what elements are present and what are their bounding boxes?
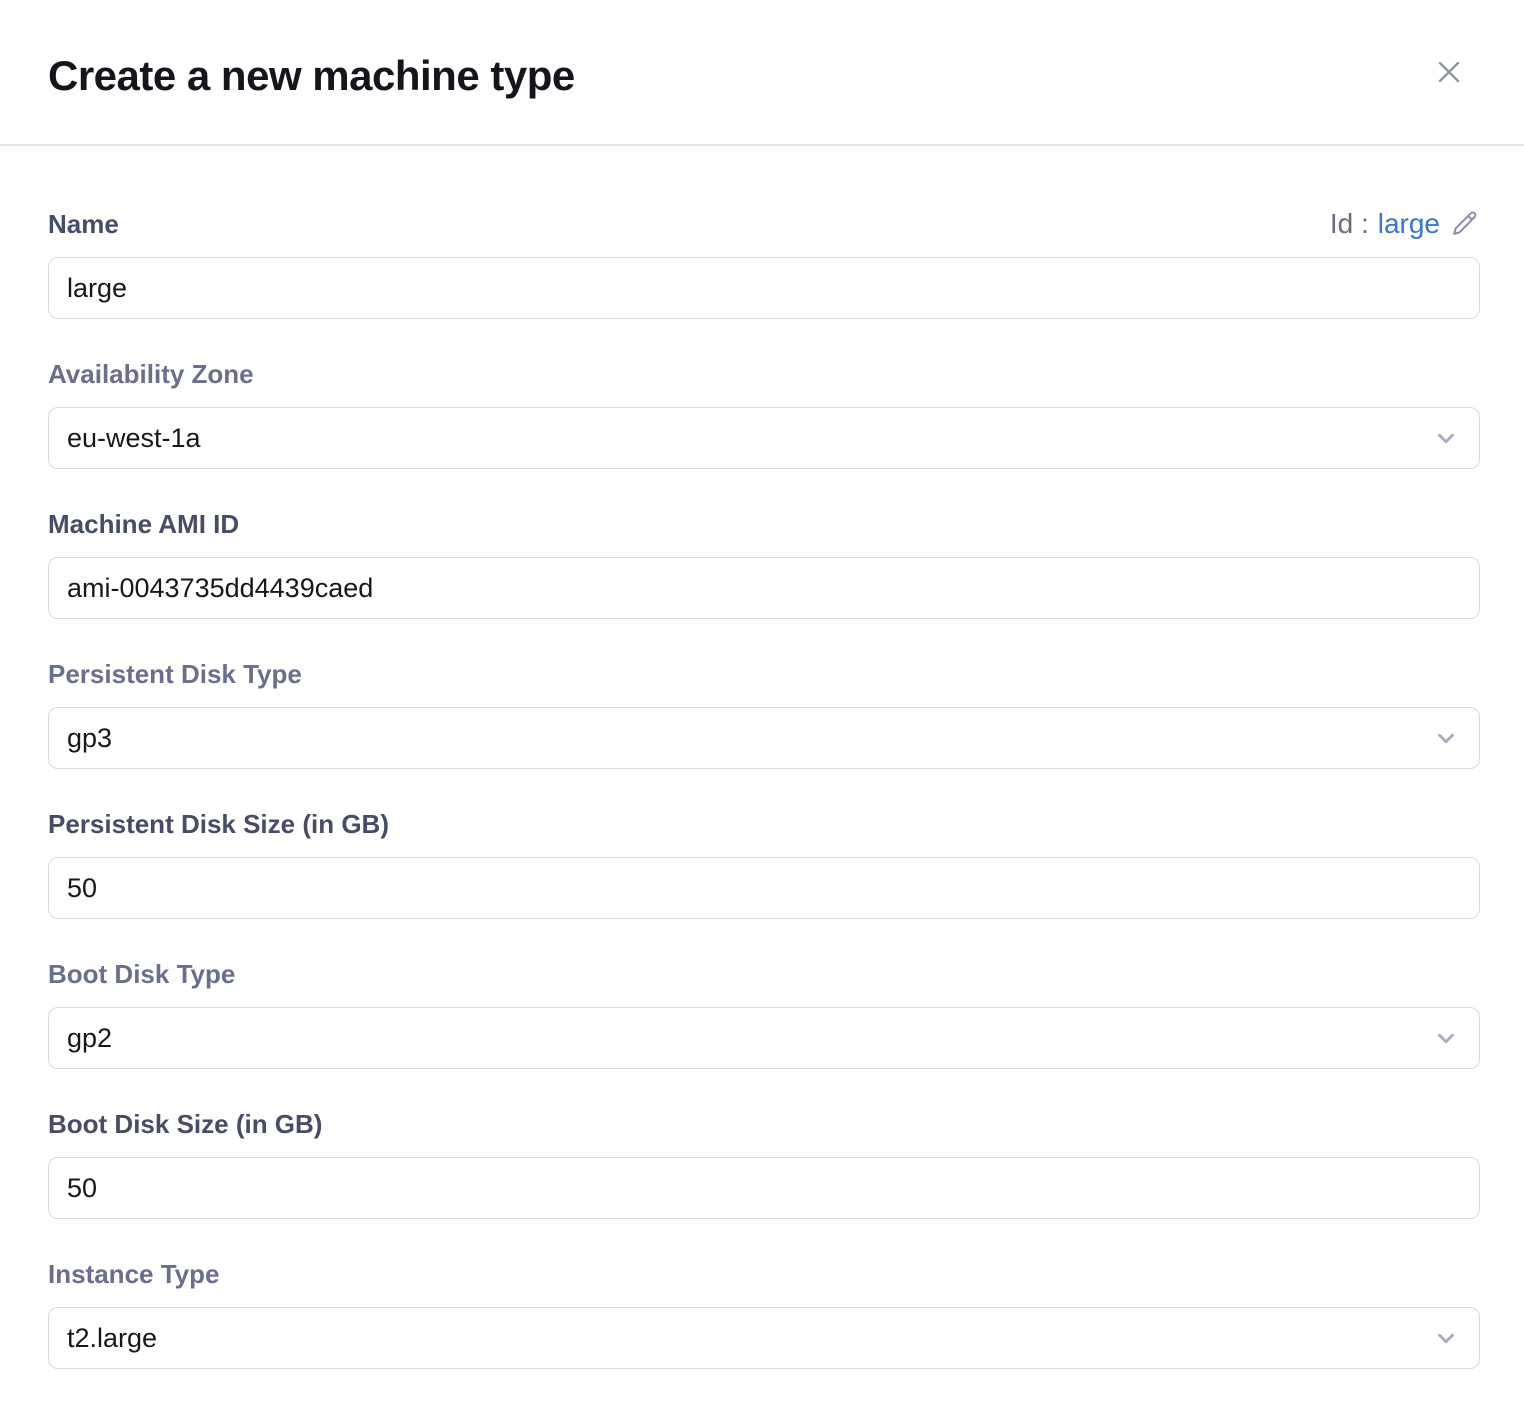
x-icon (1432, 55, 1466, 89)
chevron-down-icon (1433, 1325, 1459, 1351)
instance-type-select[interactable]: t2.large (48, 1307, 1480, 1369)
field-group-boot-disk-size: Boot Disk Size (in GB) (48, 1109, 1480, 1219)
machine-ami-id-label: Machine AMI ID (48, 509, 239, 539)
boot-disk-type-label: Boot Disk Type (48, 959, 235, 989)
name-label: Name (48, 209, 119, 239)
pencil-icon[interactable] (1449, 208, 1480, 239)
name-input[interactable] (48, 257, 1480, 319)
persistent-disk-size-input[interactable] (48, 857, 1480, 919)
field-group-availability-zone: Availability Zone eu-west-1a (48, 359, 1480, 469)
id-display: Id : large (1330, 208, 1480, 239)
field-group-persistent-disk-size: Persistent Disk Size (in GB) (48, 809, 1480, 919)
availability-zone-label: Availability Zone (48, 359, 254, 389)
availability-zone-select[interactable]: eu-west-1a (48, 407, 1480, 469)
field-group-name: Name Id : large (48, 208, 1480, 319)
chevron-down-icon (1433, 725, 1459, 751)
selected-value: gp2 (67, 1023, 112, 1054)
chevron-down-icon (1433, 1025, 1459, 1051)
field-group-machine-ami-id: Machine AMI ID (48, 509, 1480, 619)
boot-disk-type-select[interactable]: gp2 (48, 1007, 1480, 1069)
id-prefix: Id : (1330, 209, 1369, 239)
field-group-persistent-disk-type: Persistent Disk Type gp3 (48, 659, 1480, 769)
modal-form: Name Id : large Availability Zone (0, 146, 1524, 1409)
create-machine-type-modal: Create a new machine type Name Id : larg… (0, 0, 1524, 1418)
field-group-boot-disk-type: Boot Disk Type gp2 (48, 959, 1480, 1069)
selected-value: t2.large (67, 1323, 157, 1354)
persistent-disk-type-select[interactable]: gp3 (48, 707, 1480, 769)
modal-header: Create a new machine type (0, 0, 1524, 146)
selected-value: eu-west-1a (67, 423, 201, 454)
persistent-disk-size-label: Persistent Disk Size (in GB) (48, 809, 389, 839)
modal-title: Create a new machine type (48, 45, 575, 99)
boot-disk-size-input[interactable] (48, 1157, 1480, 1219)
id-value: large (1378, 209, 1440, 239)
field-group-instance-type: Instance Type t2.large (48, 1259, 1480, 1369)
chevron-down-icon (1433, 425, 1459, 451)
close-button[interactable] (1426, 49, 1472, 95)
boot-disk-size-label: Boot Disk Size (in GB) (48, 1109, 322, 1139)
instance-type-label: Instance Type (48, 1259, 219, 1289)
persistent-disk-type-label: Persistent Disk Type (48, 659, 302, 689)
machine-ami-id-input[interactable] (48, 557, 1480, 619)
selected-value: gp3 (67, 723, 112, 754)
